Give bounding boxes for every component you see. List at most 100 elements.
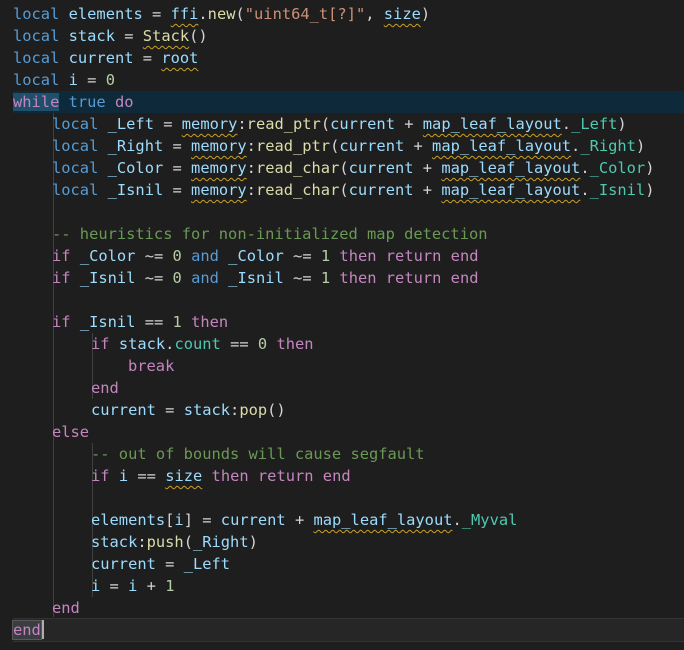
keyword: local — [52, 115, 99, 133]
operator: = — [77, 71, 106, 89]
variable: current — [330, 115, 395, 133]
punctuation: ) — [645, 181, 655, 199]
code-line-15: if _Isnil == 1 then — [52, 311, 228, 333]
keyword: if — [52, 269, 71, 287]
variable: i — [91, 577, 101, 595]
number: 0 — [257, 335, 268, 353]
punctuation: : — [230, 401, 240, 419]
variable: _Left — [183, 555, 231, 573]
keyword: if — [52, 247, 71, 265]
text-cursor — [42, 620, 44, 639]
punctuation: ) — [635, 137, 646, 155]
keyword: local — [13, 27, 60, 45]
punctuation: . — [580, 159, 590, 177]
punctuation: . — [561, 115, 572, 133]
punctuation: ( — [339, 159, 349, 177]
keyword: local — [52, 181, 99, 199]
keyword: local — [52, 159, 99, 177]
keyword: and — [191, 247, 219, 265]
function: Stack — [142, 27, 190, 45]
variable: current — [339, 137, 405, 155]
code-line-16: if stack.count == 0 then — [91, 333, 314, 355]
keyword: local — [13, 71, 60, 89]
operator: = — [133, 49, 162, 67]
operator: = — [163, 181, 192, 199]
variable: _Right — [192, 533, 249, 551]
code-editor[interactable]: local elements = ffi.new("uint64_t[?]", … — [0, 0, 684, 650]
variable: map_leaf_layout — [441, 159, 581, 177]
variable: elements — [91, 511, 166, 529]
code-line-2: local stack = Stack() — [13, 25, 208, 47]
function: pop — [239, 401, 268, 419]
variable: current — [68, 49, 134, 67]
operator: + — [285, 511, 314, 529]
code-line-27: i = i + 1 — [91, 575, 174, 597]
comment: -- heuristics for non-initialized map de… — [52, 225, 488, 243]
keyword: end — [450, 247, 479, 265]
punctuation: . — [198, 5, 208, 23]
variable: root — [161, 49, 199, 67]
code-line-29: end — [12, 619, 42, 641]
function: read_char — [255, 159, 340, 177]
function: read_ptr — [246, 115, 321, 133]
variable: size — [383, 5, 421, 23]
operator: + — [137, 577, 166, 595]
operator: = — [142, 5, 171, 23]
punctuation: ) — [420, 5, 431, 23]
punctuation: ) — [617, 115, 627, 133]
operator: ~= — [283, 269, 321, 287]
field: _Color — [589, 159, 646, 177]
code-line-1: local elements = ffi.new("uint64_t[?]", … — [13, 3, 430, 25]
keyword: then — [339, 269, 377, 287]
code-line-12: if _Color ~= 0 and _Color ~= 1 then retu… — [52, 245, 478, 267]
variable: _Left — [107, 115, 154, 133]
punctuation: ) — [248, 533, 258, 551]
keyword: return — [257, 467, 314, 485]
code-line-19: current = stack:pop() — [91, 399, 286, 421]
code-line-21: -- out of bounds will cause segfault — [91, 443, 425, 465]
variable: memory — [191, 181, 247, 199]
variable: _Right — [107, 137, 164, 155]
variable: stack — [118, 335, 166, 353]
keyword: else — [52, 423, 90, 441]
keyword: do — [114, 93, 134, 111]
keyword: break — [128, 357, 175, 375]
number: 1 — [320, 269, 331, 287]
variable: _Isnil — [79, 313, 136, 331]
variable: stack — [183, 401, 231, 419]
function: push — [146, 533, 184, 551]
operator: == — [220, 335, 258, 353]
code-line-4: local i = 0 — [13, 69, 115, 91]
variable: _Color — [228, 247, 284, 265]
variable: i — [68, 71, 78, 89]
string: "uint64_t[?]" — [244, 5, 366, 23]
operator: = — [155, 555, 184, 573]
code-line-9: local _Isnil = memory:read_char(current … — [52, 179, 654, 201]
variable: _Color — [107, 159, 164, 177]
punctuation: . — [452, 511, 462, 529]
punctuation: ( — [235, 5, 245, 23]
operator: = — [155, 401, 184, 419]
operator: == — [128, 467, 166, 485]
keyword: if — [91, 335, 110, 353]
code-line-7: local _Right = memory:read_ptr(current +… — [52, 135, 645, 157]
code-line-6: local _Left = memory:read_ptr(current + … — [52, 113, 627, 135]
operator: = — [100, 577, 129, 595]
keyword: then — [339, 247, 377, 265]
